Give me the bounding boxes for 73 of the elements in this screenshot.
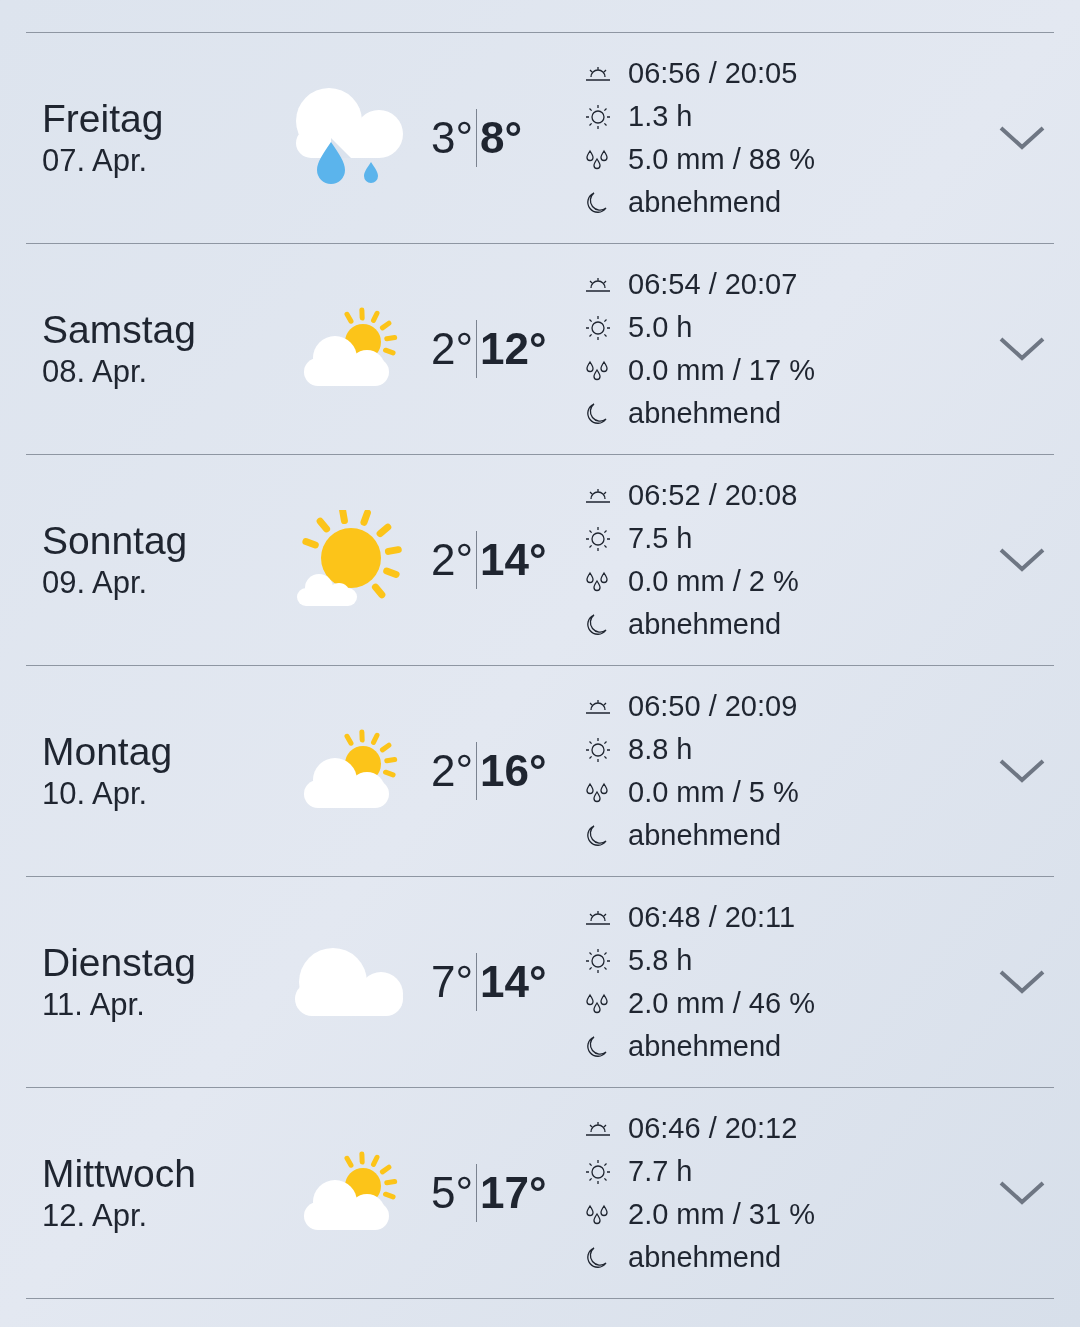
sun-icon: [585, 1158, 611, 1185]
moon-icon: [585, 190, 607, 215]
chevron-down-icon: [998, 758, 1046, 784]
sun-icon: [585, 314, 611, 341]
sun-icon: [585, 947, 611, 974]
sunrise-icon: [585, 698, 611, 715]
sunshine-hours: 5.8 h: [628, 942, 693, 978]
moon-phase: abnehmend: [628, 184, 782, 220]
high-temperature: 17°: [480, 1167, 547, 1219]
high-temperature: 12°: [480, 323, 547, 375]
sunrise-sunset-times: 06:48 / 20:11: [628, 899, 796, 935]
weekday-label: Dienstag: [42, 940, 197, 986]
weekday-label: Freitag: [42, 96, 165, 142]
sunrise-sunset-times: 06:50 / 20:09: [628, 688, 798, 724]
moon-icon: [585, 1034, 607, 1059]
sunrise-sunset-times: 06:56 / 20:05: [628, 55, 798, 91]
sunrise-icon: [585, 276, 611, 293]
chevron-down-icon: [998, 547, 1046, 573]
moon-phase: abnehmend: [628, 1239, 782, 1275]
sunshine-hours: 7.5 h: [628, 520, 693, 556]
precipitation-value: 5.0 mm / 88 %: [628, 141, 815, 177]
moon-phase: abnehmend: [628, 1028, 782, 1064]
sunshine-hours: 1.3 h: [628, 98, 693, 134]
weekday-label: Samstag: [42, 307, 197, 353]
sunrise-icon: [585, 909, 611, 926]
high-temperature: 16°: [480, 745, 547, 797]
precipitation-value: 2.0 mm / 46 %: [628, 985, 815, 1021]
low-temperature: 3°: [431, 112, 474, 164]
low-temperature: 2°: [431, 745, 474, 797]
sunrise-icon: [585, 1120, 611, 1137]
weekday-label: Sonntag: [42, 518, 189, 564]
sun-icon: [585, 736, 611, 763]
date-label: 09. Apr.: [42, 564, 149, 602]
weekday-label: Mittwoch: [42, 1151, 197, 1197]
precipitation-value: 0.0 mm / 2 %: [628, 563, 799, 599]
date-label: 12. Apr.: [42, 1197, 149, 1235]
date-label: 11. Apr.: [42, 986, 146, 1024]
moon-phase: abnehmend: [628, 606, 782, 642]
sunrise-icon: [585, 487, 611, 504]
moon-icon: [585, 1245, 607, 1270]
sunshine-hours: 8.8 h: [628, 731, 693, 767]
chevron-down-icon: [998, 1180, 1046, 1206]
low-temperature: 5°: [431, 1167, 474, 1219]
date-label: 10. Apr.: [42, 775, 149, 813]
moon-phase: abnehmend: [628, 395, 782, 431]
precipitation-value: 0.0 mm / 5 %: [628, 774, 799, 810]
moon-icon: [585, 401, 607, 426]
sunshine-hours: 7.7 h: [628, 1153, 693, 1189]
high-temperature: 14°: [480, 534, 547, 586]
low-temperature: 2°: [431, 534, 474, 586]
sun-icon: [585, 525, 611, 552]
moon-icon: [585, 612, 607, 637]
chevron-down-icon: [998, 336, 1046, 362]
chevron-down-icon: [998, 969, 1046, 995]
high-temperature: 8°: [480, 112, 523, 164]
chevron-down-icon: [998, 125, 1046, 151]
precipitation-value: 2.0 mm / 31 %: [628, 1196, 815, 1232]
sunrise-sunset-times: 06:54 / 20:07: [628, 266, 798, 302]
sunrise-sunset-times: 06:46 / 20:12: [628, 1110, 798, 1146]
low-temperature: 7°: [431, 956, 474, 1008]
sunshine-hours: 5.0 h: [628, 309, 693, 345]
moon-phase: abnehmend: [628, 817, 782, 853]
cloud-icon: [292, 946, 405, 1018]
date-label: 07. Apr.: [42, 142, 149, 180]
precipitation-value: 0.0 mm / 17 %: [628, 352, 815, 388]
sunrise-sunset-times: 06:52 / 20:08: [628, 477, 798, 513]
low-temperature: 2°: [431, 323, 474, 375]
sun-icon: [585, 103, 611, 130]
weekday-label: Montag: [42, 729, 174, 775]
moon-icon: [585, 823, 607, 848]
sunrise-icon: [585, 65, 611, 82]
date-label: 08. Apr.: [42, 353, 149, 391]
high-temperature: 14°: [480, 956, 547, 1008]
